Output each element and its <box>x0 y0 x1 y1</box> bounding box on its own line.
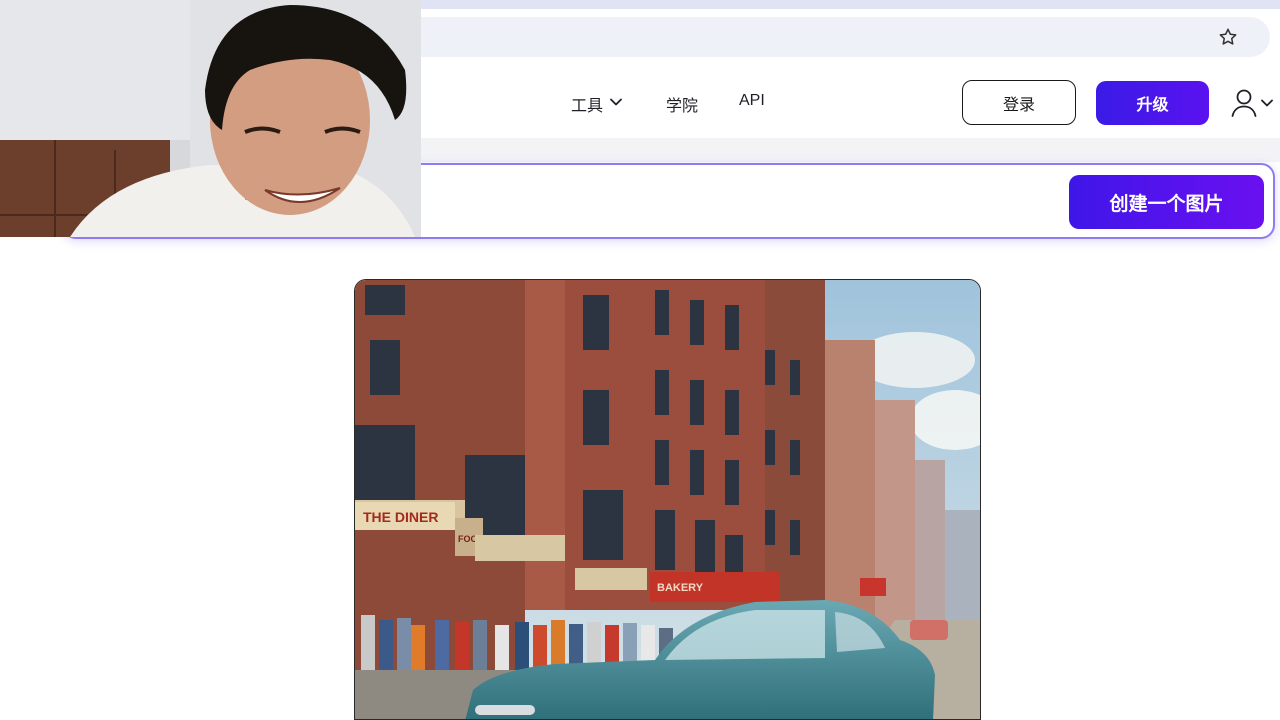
login-button[interactable]: 登录 <box>962 80 1076 125</box>
user-icon <box>1230 88 1258 123</box>
nav-api[interactable]: API <box>739 92 765 110</box>
nav-tools[interactable]: 工具 <box>571 92 623 116</box>
storefront-sign-3: BAKERY <box>657 582 704 594</box>
create-image-button[interactable]: 创建一个图片 <box>1069 175 1264 229</box>
nav-tools-label: 工具 <box>571 98 604 115</box>
storefront-sign-1: THE DINER <box>363 509 438 525</box>
nav-academy-label: 学院 <box>666 98 699 115</box>
chevron-down-icon <box>609 95 623 114</box>
star-icon[interactable] <box>1216 25 1240 49</box>
upgrade-button-label: 升级 <box>1136 97 1169 114</box>
nav-api-label: API <box>739 92 765 109</box>
nav-academy[interactable]: 学院 <box>666 92 698 116</box>
webcam-video <box>0 0 421 237</box>
upgrade-button[interactable]: 升级 <box>1096 81 1209 125</box>
webcam-overlay <box>0 0 421 237</box>
generated-image[interactable]: THE DINER FOOD BAKERY <box>354 279 981 720</box>
login-button-label: 登录 <box>1002 96 1035 114</box>
chevron-down-icon <box>1260 96 1274 115</box>
user-menu[interactable] <box>1230 88 1274 123</box>
create-image-button-label: 创建一个图片 <box>1109 193 1224 215</box>
street-scene-illustration: THE DINER FOOD BAKERY <box>355 280 980 719</box>
